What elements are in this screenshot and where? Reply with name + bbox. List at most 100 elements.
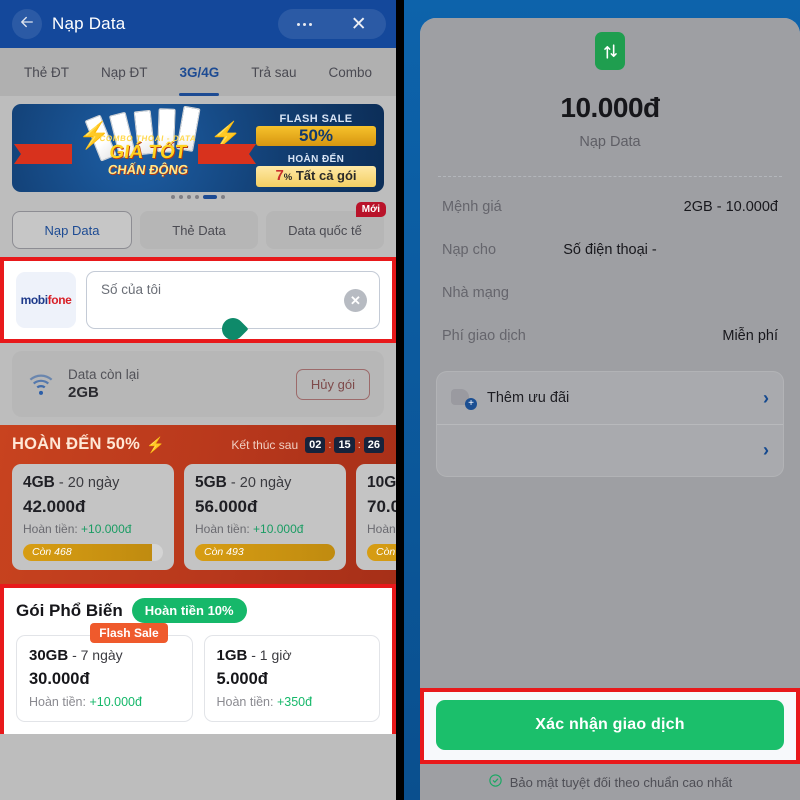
countdown-label: Kết thúc sau [231, 437, 299, 452]
phone-entry-row: mobifone Số của tôi ✕ [4, 261, 392, 345]
detail-key: Nạp cho [442, 241, 497, 258]
carrier-logo-right: fone [47, 293, 72, 307]
promo-banner[interactable]: ⚡ ⚡ COMBO THOẠI - DATA GIÁ TỐT CHẤN ĐỘNG… [12, 104, 384, 192]
flash-sale-card[interactable]: 10GB - 30 ngày 70.000đ Hoàn tiền: +10.00… [356, 464, 396, 570]
package-price: 5.000đ [216, 670, 268, 688]
secondary-offer-row[interactable]: › [437, 424, 783, 476]
chevron-right-icon[interactable]: › [763, 440, 769, 461]
package-price: 70.000đ [367, 497, 396, 516]
cashback-value: +10.000đ [253, 522, 304, 536]
gift-add-icon: + [451, 386, 477, 410]
text-cursor-handle[interactable] [217, 313, 249, 345]
flash-sale-card[interactable]: 4GB - 20 ngày 42.000đ Hoàn tiền: +10.000… [12, 464, 174, 570]
transfer-arrows-icon [595, 32, 625, 70]
popular-card-list: Flash Sale 30GB - 7 ngày 30.000đ Hoàn ti… [16, 623, 380, 722]
popular-card[interactable]: Flash Sale 30GB - 7 ngày 30.000đ Hoàn ti… [16, 623, 193, 722]
close-icon[interactable]: ✕ [351, 15, 367, 34]
banner-flash-label: FLASH SALE [279, 113, 353, 125]
package-cashback: Hoàn tiền: +10.000đ [29, 695, 180, 709]
stock-remaining-label: Còn 468 [23, 544, 152, 561]
left-screen: Nạp Data ✕ Thẻ ĐT Nạp ĐT 3G/4G Trả sau C… [0, 0, 396, 800]
amount-block: 10.000đ Nạp Data [420, 18, 800, 162]
phone-number-input[interactable]: Số của tôi ✕ [86, 271, 380, 345]
tab-combo[interactable]: Combo [312, 48, 388, 96]
segment-tab-row: Nạp Data Thẻ Data Mới Data quốc tế [0, 202, 396, 257]
package-header: 5GB - 20 ngày [195, 474, 335, 492]
cashback-value: +350đ [276, 695, 313, 709]
package-size: 5GB [195, 474, 227, 491]
countdown-hours: 02 [305, 436, 326, 453]
banner-pagination[interactable] [12, 192, 384, 201]
detail-value: Miễn phí [722, 327, 778, 344]
package-duration: - 20 ngày [58, 475, 120, 491]
signal-wifi-icon [26, 369, 56, 399]
confirmation-content: 10.000đ Nạp Data Mệnh giá 2GB - 10.000đ … [420, 18, 800, 800]
flash-sale-card[interactable]: 5GB - 20 ngày 56.000đ Hoàn tiền: +10.000… [184, 464, 346, 570]
offers-card: + Thêm ưu đãi › › [436, 371, 784, 477]
package-size: 10GB [367, 474, 396, 491]
countdown-colon: : [357, 438, 361, 451]
clear-circle-icon[interactable]: ✕ [344, 289, 367, 312]
package-size: 4GB [23, 474, 55, 491]
data-remaining-text: Data còn lại 2GB [68, 367, 139, 401]
cashback-label: Hoàn tiền: [23, 522, 78, 536]
cashback-label: Hoàn tiền: [29, 695, 86, 709]
promo-banner-area: ⚡ ⚡ COMBO THOẠI - DATA GIÁ TỐT CHẤN ĐỘNG… [0, 96, 396, 205]
tab-3g-4g[interactable]: 3G/4G [163, 48, 235, 96]
app-header: Nạp Data ✕ [0, 0, 396, 48]
banner-headline: GIÁ TỐT [107, 142, 189, 163]
tab-label: 3G/4G [179, 64, 220, 80]
package-size: 1GB [216, 647, 248, 664]
detail-key: Mệnh giá [442, 198, 502, 215]
chevron-right-icon[interactable]: › [763, 388, 769, 409]
banner-flash-value: 50% [256, 126, 376, 146]
confirm-transaction-button[interactable]: Xác nhận giao dịch [436, 700, 784, 750]
countdown-minutes: 15 [334, 436, 355, 453]
segment-data-quoc-te[interactable]: Mới Data quốc tế [266, 202, 386, 249]
banner-offer-block: FLASH SALE 50% HOÀN ĐẾN 7% Tất cả gói [256, 113, 376, 187]
more-dots-icon[interactable] [297, 22, 313, 26]
cashback-badge: Hoàn tiền 10% [131, 598, 247, 623]
package-cashback: Hoàn tiền: +350đ [217, 695, 368, 709]
package-header: 1GB - 1 giờ [217, 647, 368, 664]
package-duration: - 7 ngày [72, 647, 123, 663]
top-tab-bar: Thẻ ĐT Nạp ĐT 3G/4G Trả sau Combo [0, 48, 396, 96]
lightning-icon: ⚡ [146, 436, 165, 454]
page-title: Nạp Data [52, 14, 126, 33]
header-actions: ✕ [278, 9, 386, 39]
flash-sale-card-list[interactable]: 4GB - 20 ngày 42.000đ Hoàn tiền: +10.000… [12, 464, 396, 570]
detail-row-menh-gia: Mệnh giá 2GB - 10.000đ [442, 185, 778, 228]
segment-nap-data[interactable]: Nạp Data [12, 211, 132, 249]
segment-the-data[interactable]: Thẻ Data [140, 211, 258, 249]
cancel-package-button[interactable]: Hủy gói [295, 368, 370, 400]
panel-divider [396, 0, 404, 800]
tab-the-dt[interactable]: Thẻ ĐT [8, 48, 85, 96]
add-offer-label: Thêm ưu đãi [487, 390, 570, 406]
tab-tra-sau[interactable]: Trả sau [235, 48, 312, 96]
flash-sale-header: HOÀN ĐẾN 50% ⚡ Kết thúc sau 02 : 15 : 26 [12, 435, 384, 454]
popular-card[interactable]: 1GB - 1 giờ 5.000đ Hoàn tiền: +350đ [203, 635, 380, 722]
package-price: 30.000đ [29, 670, 90, 688]
tab-label: Combo [328, 64, 372, 80]
detail-value: 2GB - 10.000đ [683, 198, 778, 215]
countdown-timer: Kết thúc sau 02 : 15 : 26 [231, 436, 384, 453]
add-offer-row[interactable]: + Thêm ưu đãi › [437, 372, 783, 424]
popular-section-highlight: Gói Phổ Biến Hoàn tiền 10% Flash Sale 30… [0, 584, 396, 734]
flash-sale-tag: Flash Sale [90, 623, 168, 643]
cashback-value: +10.000đ [81, 522, 132, 536]
back-button[interactable] [12, 9, 42, 39]
transaction-amount: 10.000đ [560, 92, 660, 123]
banner-cashback-value: 7% Tất cả gói [256, 166, 376, 187]
stock-remaining-label: Còn 417 [367, 544, 396, 561]
tab-label: Nạp ĐT [100, 64, 148, 80]
stock-bar: Còn 417 [367, 544, 396, 561]
arrow-left-icon [18, 13, 36, 36]
package-duration: - 1 giờ [251, 647, 292, 663]
package-header: 30GB - 7 ngày [29, 647, 180, 664]
banner-cashback-percent: % [283, 172, 293, 183]
tab-nap-dt[interactable]: Nạp ĐT [85, 48, 163, 96]
tab-label: Thẻ ĐT [23, 64, 69, 80]
transaction-type: Nạp Data [579, 134, 641, 150]
banner-cashback-label: HOÀN ĐẾN [287, 154, 345, 165]
flash-sale-section: HOÀN ĐẾN 50% ⚡ Kết thúc sau 02 : 15 : 26… [0, 425, 396, 584]
